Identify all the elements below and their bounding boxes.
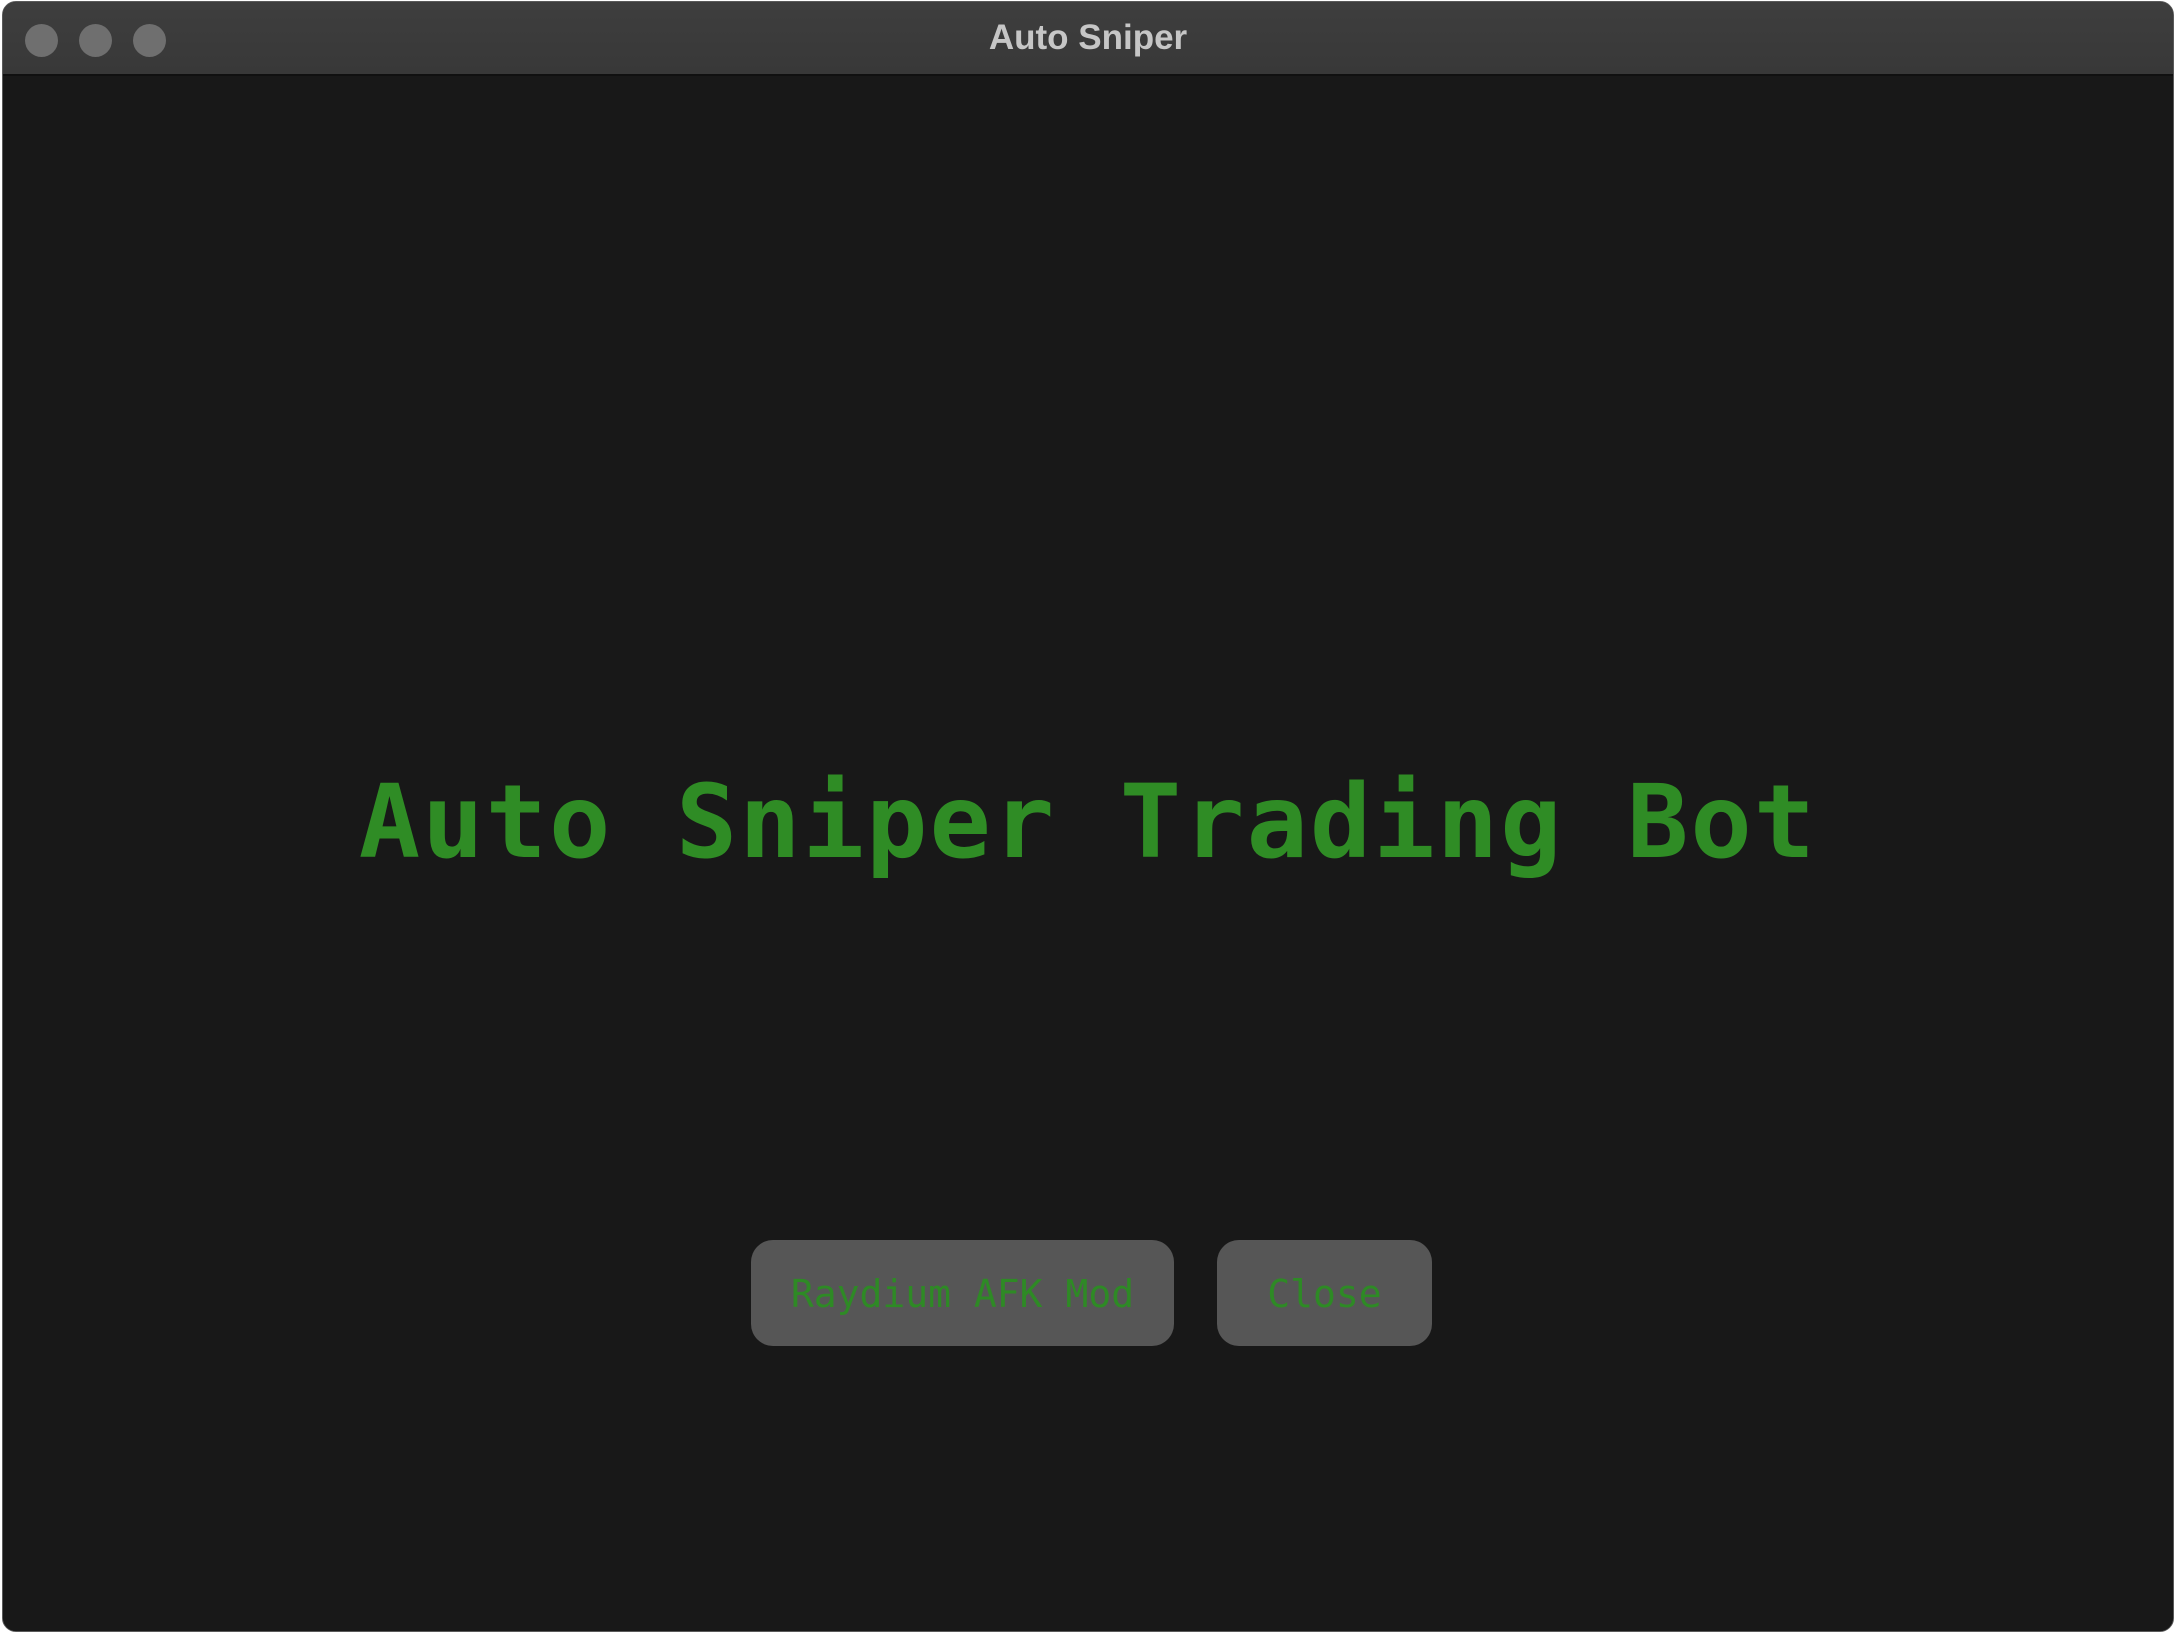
app-headline: Auto Sniper Trading Bot <box>358 763 1818 882</box>
main-content: Auto Sniper Trading Bot Raydium AFK Mod … <box>3 76 2173 1631</box>
app-window: Auto Sniper Auto Sniper Trading Bot Rayd… <box>2 1 2174 1632</box>
title-bar[interactable]: Auto Sniper <box>3 2 2173 76</box>
raydium-afk-mod-button[interactable]: Raydium AFK Mod <box>751 1240 1174 1346</box>
window-title: Auto Sniper <box>988 18 1188 57</box>
close-button[interactable]: Close <box>1217 1240 1432 1346</box>
